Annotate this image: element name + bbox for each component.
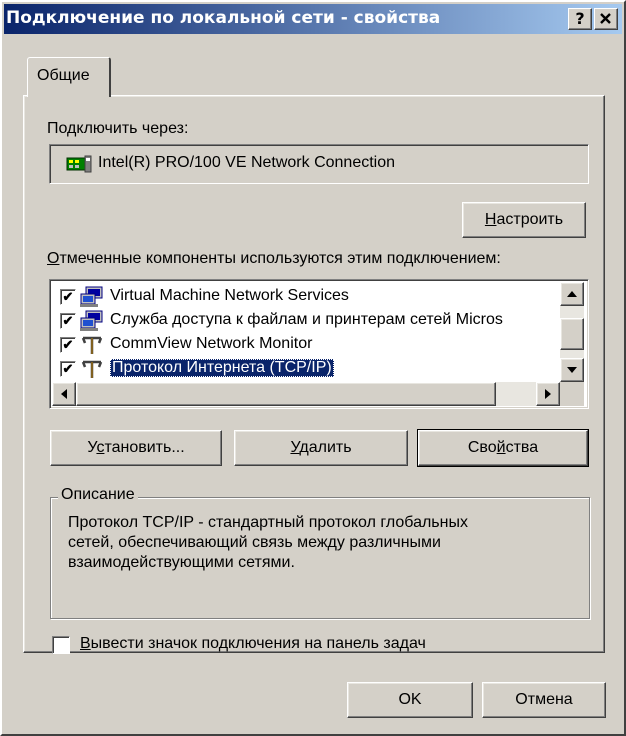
ok-button[interactable]: OK (347, 682, 473, 718)
description-line-2: сетей, обеспечивающий связь между различ… (68, 534, 441, 551)
remove-button[interactable]: Удалить (234, 430, 408, 466)
window-title: Подключение по локальной сети - свойства (6, 8, 441, 28)
arrow-down-icon (567, 367, 577, 373)
properties-label-pre: Сво (467, 439, 497, 456)
properties-dialog: Подключение по локальной сети - свойства… (0, 0, 626, 736)
properties-label: ства (505, 439, 539, 456)
configure-button[interactable]: Настроить (462, 202, 586, 238)
scroll-corner (560, 382, 584, 406)
description-line-1: Протокол TCP/IP - стандартный протокол г… (68, 514, 468, 531)
network-card-icon (66, 155, 92, 173)
tab-general-label: Общие (37, 67, 90, 84)
component-checkbox[interactable]: ✔ (60, 361, 76, 377)
connect-using-label: Подключить через: (47, 120, 189, 137)
configure-mnemonic: Н (484, 211, 497, 228)
cancel-button[interactable]: Отмена (482, 682, 606, 718)
component-checkbox[interactable]: ✔ (60, 337, 76, 353)
scroll-down-button[interactable] (560, 358, 584, 382)
components-label: Отмеченные компоненты используются этим … (47, 250, 501, 268)
taskbar-icon-checkbox[interactable] (52, 636, 70, 654)
description-line-3: взаимодействующими сетями. (68, 554, 295, 571)
network-protocol-icon (81, 336, 103, 354)
component-label: Virtual Machine Network Services (110, 287, 349, 304)
component-label: Служба доступа к файлам и принтерам сете… (110, 311, 503, 328)
components-label-text: тмеченные компоненты используются этим п… (59, 250, 501, 267)
title-bar[interactable]: Подключение по локальной сети - свойства… (4, 4, 622, 34)
properties-button[interactable]: Свойства (417, 429, 589, 467)
horizontal-scrollbar[interactable] (52, 382, 560, 406)
install-label: тановить... (104, 439, 185, 456)
component-checkbox[interactable]: ✔ (60, 289, 76, 305)
description-legend: Описание (58, 486, 138, 504)
scroll-right-button[interactable] (536, 382, 560, 406)
taskbar-mnemonic: В (80, 635, 91, 652)
components-list[interactable]: ✔ Virtual Machine Network Services ✔ Слу… (49, 279, 589, 409)
configure-label: астроить (496, 211, 564, 228)
properties-mnemonic: й (496, 439, 506, 456)
taskbar-label-text: ывести значок подключения на панель зада… (90, 635, 426, 652)
arrow-left-icon (61, 389, 67, 399)
arrow-right-icon (545, 389, 551, 399)
arrow-up-icon (567, 291, 577, 297)
component-label-selected: Протокол Интернета (TCP/IP) (110, 359, 334, 377)
adapter-box: Intel(R) PRO/100 VE Network Connection (49, 144, 589, 184)
component-label: CommView Network Monitor (110, 335, 313, 352)
tab-general[interactable]: Общие (27, 57, 111, 97)
remove-label: далить (299, 439, 352, 456)
horizontal-scroll-thumb[interactable] (76, 382, 496, 406)
components-mnemonic: О (47, 250, 60, 267)
help-button[interactable]: ? (568, 8, 592, 30)
install-button[interactable]: Установить... (50, 430, 222, 466)
network-protocol-icon (81, 360, 103, 378)
network-computers-icon (80, 310, 103, 331)
network-computers-icon (80, 286, 103, 307)
adapter-name: Intel(R) PRO/100 VE Network Connection (98, 154, 396, 171)
close-icon (600, 13, 611, 24)
scroll-thumb[interactable] (560, 318, 584, 350)
taskbar-checkbox-label[interactable]: Вывести значок подключения на панель зад… (80, 635, 426, 653)
scroll-up-button[interactable] (560, 282, 584, 306)
close-button[interactable] (594, 8, 618, 30)
scroll-left-button[interactable] (52, 382, 76, 406)
component-checkbox[interactable]: ✔ (60, 313, 76, 329)
vertical-scrollbar[interactable] (560, 282, 584, 382)
